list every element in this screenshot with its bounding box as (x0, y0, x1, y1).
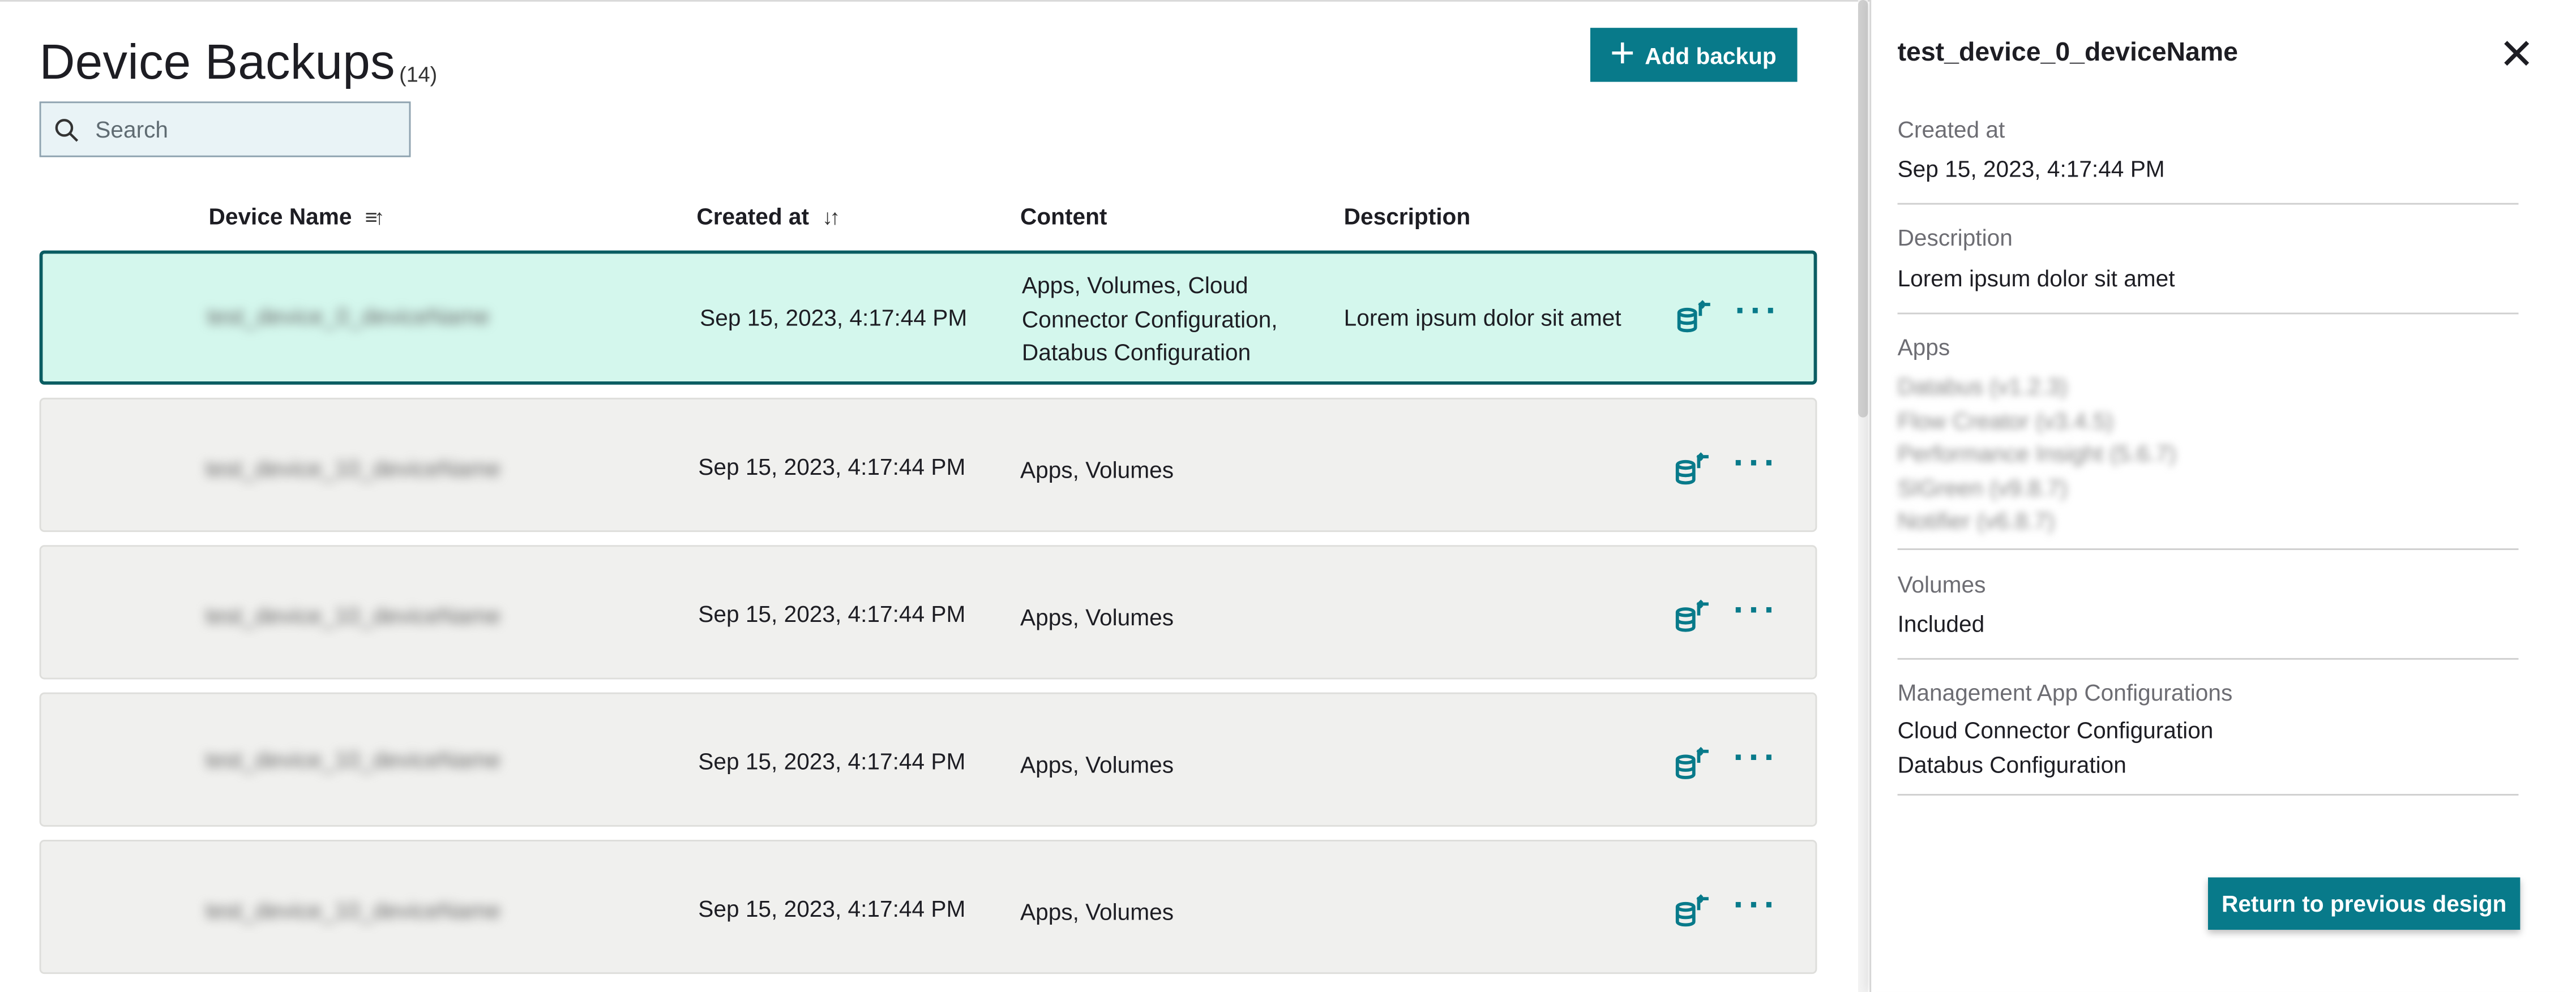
created-at-value: Sep 15, 2023, 4:17:44 PM (1897, 155, 2165, 182)
column-label-device-name: Device Name (208, 203, 352, 229)
app-item: SIGreen (v9.8.7) (1897, 474, 2068, 500)
search-box[interactable] (39, 101, 411, 157)
app-root: Device Backups (14) + Add backup Device … (0, 0, 2576, 992)
config-item: Cloud Connector Configuration (1897, 717, 2214, 744)
description-label: Description (1897, 224, 2013, 251)
apps-label: Apps (1897, 334, 1950, 360)
more-dots-icon[interactable]: ··· (1733, 592, 1779, 628)
created-at: Sep 15, 2023, 4:17:44 PM (700, 304, 968, 331)
content-cell: Apps, Volumes (1020, 457, 1174, 483)
row-actions: ··· (1674, 886, 1779, 930)
app-item: Notifier (v6.8.7) (1897, 507, 2055, 534)
content-line: Databus Configuration (1021, 338, 1251, 366)
column-header-device-name[interactable]: Device Name ≡↑ (208, 203, 385, 229)
table-row[interactable]: test_device_10_deviceName Sep 15, 2023, … (39, 839, 1817, 974)
table-row[interactable]: test_device_10_deviceName Sep 15, 2023, … (39, 692, 1817, 827)
backup-count: (14) (399, 62, 438, 87)
table-row[interactable]: test_device_10_deviceName Sep 15, 2023, … (39, 545, 1817, 680)
column-label-description: Description (1343, 203, 1471, 229)
divider (1897, 548, 2519, 550)
database-restore-icon[interactable] (1674, 599, 1714, 635)
more-dots-icon[interactable]: ··· (1733, 444, 1779, 480)
column-label-created-at: Created at (696, 203, 810, 229)
device-name: test_device_10_deviceName (205, 897, 501, 924)
apps-list: Databus (v1.2.3) Flow Creator (v3.4.5) P… (1898, 370, 2176, 538)
content-cell: Apps, Volumes (1020, 751, 1174, 778)
column-header-created-at[interactable]: Created at ↓↑ (696, 203, 840, 229)
created-at: Sep 15, 2023, 4:17:44 PM (698, 600, 966, 627)
description: Lorem ipsum dolor sit amet (1343, 304, 1621, 331)
volumes-value: Included (1897, 610, 1985, 637)
details-panel: test_device_0_deviceName ✕ Created at Se… (1869, 0, 2576, 992)
database-restore-icon[interactable] (1676, 299, 1715, 336)
volumes-label: Volumes (1897, 571, 1986, 598)
column-header-content: Content (1020, 203, 1107, 229)
divider (1897, 793, 2519, 796)
row-actions: ··· (1676, 292, 1781, 336)
divider (1897, 312, 2519, 315)
close-icon[interactable]: ✕ (2499, 33, 2535, 75)
created-at: Sep 15, 2023, 4:17:44 PM (698, 748, 966, 775)
add-backup-label: Add backup (1645, 41, 1777, 68)
sort-ascending-icon[interactable]: ≡↑ (365, 204, 385, 228)
app-item: Performance Insight (5.6.7) (1897, 440, 2176, 467)
sort-descending-icon[interactable]: ↓↑ (822, 204, 840, 228)
plus-icon: + (1610, 28, 1635, 77)
more-dots-icon[interactable]: ··· (1735, 292, 1781, 328)
divider (1897, 203, 2519, 205)
row-actions: ··· (1674, 444, 1779, 488)
content-cell: Apps, Volumes (1020, 899, 1174, 925)
created-at-label: Created at (1897, 116, 2005, 143)
database-restore-icon[interactable] (1674, 746, 1714, 783)
management-configs-label: Management App Configurations (1897, 679, 2233, 706)
device-name: test_device_10_deviceName (205, 455, 501, 482)
divider (1897, 658, 2519, 660)
scrollbar-thumb[interactable] (1858, 0, 1868, 418)
management-configs-list: Cloud Connector Configuration Databus Co… (1898, 714, 2214, 781)
config-item: Databus Configuration (1897, 750, 2126, 777)
created-at: Sep 15, 2023, 4:17:44 PM (698, 895, 966, 922)
device-name: test_device_10_deviceName (205, 746, 501, 773)
row-actions: ··· (1674, 592, 1779, 635)
device-name: test_device_10_deviceName (205, 602, 501, 629)
search-icon (55, 118, 79, 141)
app-item: Databus (v1.2.3) (1897, 373, 2068, 400)
device-name: test_device_0_deviceName (207, 303, 490, 329)
more-dots-icon[interactable]: ··· (1733, 886, 1779, 922)
content-cell: Apps, Volumes, Cloud Connector Configura… (1022, 268, 1278, 369)
more-dots-icon[interactable]: ··· (1733, 739, 1779, 775)
return-to-previous-design-button[interactable]: Return to previous design (2208, 877, 2521, 930)
content-cell: Apps, Volumes (1020, 604, 1174, 630)
database-restore-icon[interactable] (1674, 452, 1714, 488)
content-line: Connector Configuration, (1021, 305, 1278, 332)
created-at: Sep 15, 2023, 4:17:44 PM (698, 453, 966, 480)
page-title: Device Backups (39, 36, 395, 91)
column-label-content: Content (1020, 203, 1107, 229)
column-header-description: Description (1344, 203, 1470, 229)
database-restore-icon[interactable] (1674, 894, 1714, 930)
search-input[interactable] (92, 114, 395, 144)
table-row[interactable]: test_device_0_deviceName Sep 15, 2023, 4… (39, 250, 1817, 385)
panel-title: test_device_0_deviceName (1897, 39, 2238, 67)
table-row[interactable]: test_device_10_deviceName Sep 15, 2023, … (39, 397, 1817, 532)
row-actions: ··· (1674, 739, 1779, 783)
content-line: Apps, Volumes, Cloud (1021, 272, 1248, 298)
app-item: Flow Creator (v3.4.5) (1897, 406, 2114, 433)
description-value: Lorem ipsum dolor sit amet (1897, 265, 2175, 291)
add-backup-button[interactable]: + Add backup (1590, 28, 1798, 82)
